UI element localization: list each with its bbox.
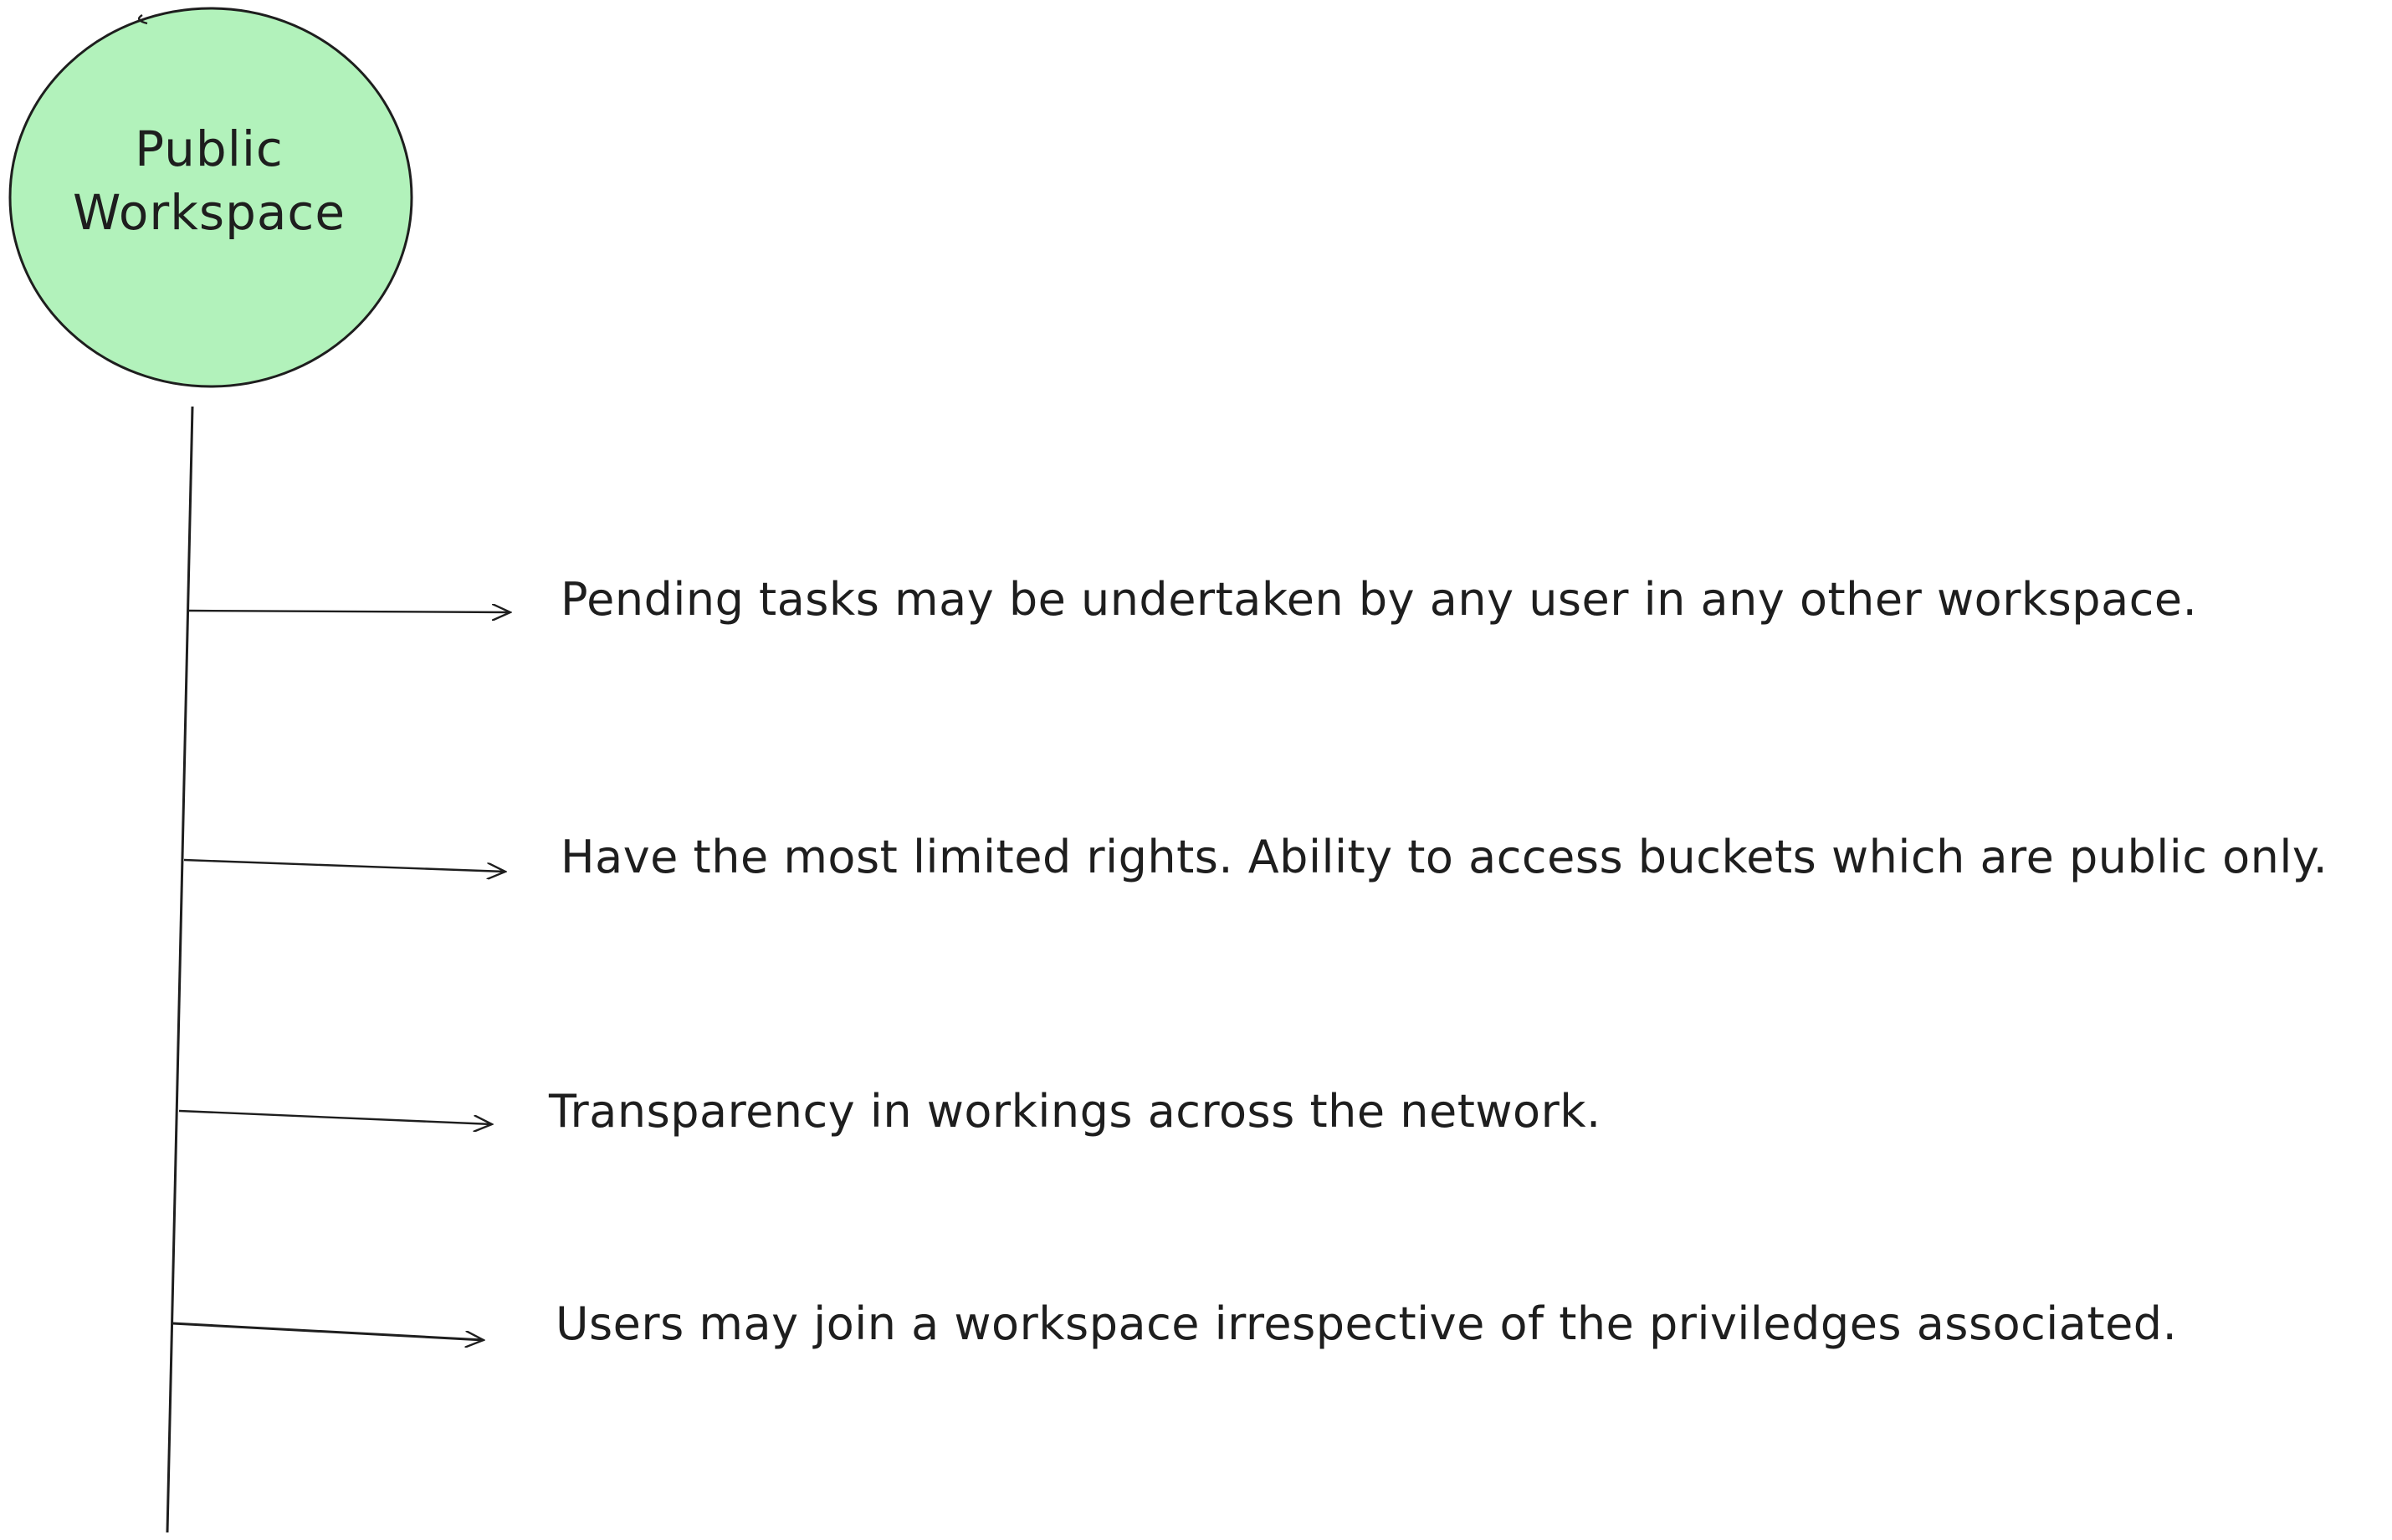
branch-arrow-1 — [188, 611, 510, 612]
point-text-4: Users may join a workspace irrespective … — [556, 1297, 2178, 1350]
branch-arrow-4 — [172, 1322, 484, 1340]
point-text-3: Transparency in workings across the netw… — [549, 1085, 1601, 1138]
branch-arrow-3 — [178, 1109, 492, 1124]
branch-arrow-2 — [183, 858, 505, 872]
node-title-line-1: Public — [135, 120, 284, 177]
point-text-2: Have the most limited rights. Ability to… — [561, 831, 2328, 883]
point-text-1: Pending tasks may be undertaken by any u… — [561, 573, 2198, 626]
timeline-vertical-line — [166, 406, 194, 1533]
node-title-line-2: Workspace — [72, 184, 346, 241]
node-title: Public Workspace — [13, 117, 405, 244]
